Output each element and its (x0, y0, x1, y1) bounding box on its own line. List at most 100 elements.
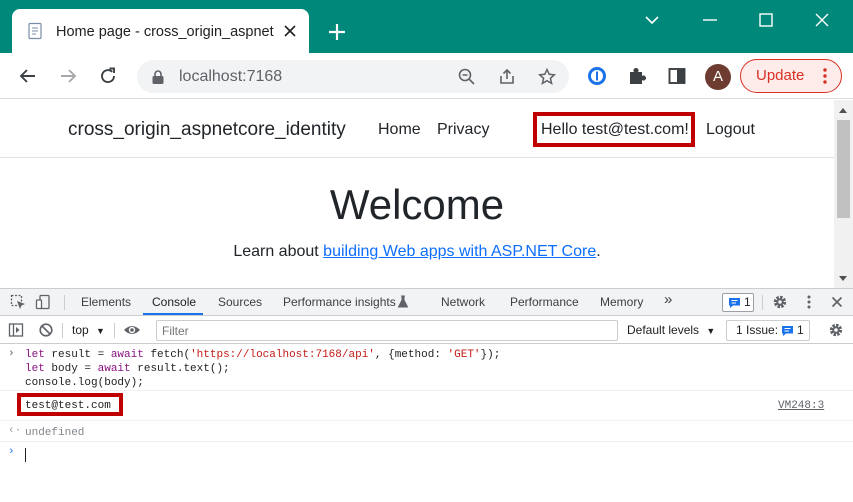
return-arrow-icon: ‹· (8, 425, 22, 437)
sidebar-toggle-icon[interactable] (8, 322, 24, 338)
settings-gear-icon[interactable] (772, 294, 788, 310)
code-text: , {method: (374, 349, 448, 361)
live-expression-eye-icon[interactable] (123, 322, 141, 338)
console-output[interactable]: › let result = await fetch('https://loca… (0, 345, 853, 502)
tab-network[interactable]: Network (441, 295, 485, 310)
code-text: result = (44, 349, 111, 361)
issues-button[interactable]: 1 Issue: 1 (726, 320, 810, 341)
devtools-tab-bar: Elements Console Sources Performance ins… (0, 289, 853, 316)
tab-search-chevron-icon[interactable] (640, 8, 664, 32)
scroll-down-arrow-icon[interactable] (839, 276, 847, 281)
inspect-element-icon[interactable] (10, 294, 26, 310)
text-cursor (25, 448, 26, 462)
menu-dots-icon (823, 68, 827, 84)
site-navbar: cross_origin_aspnetcore_identity Home Pr… (0, 100, 834, 158)
browser-tab-bar: Home page - cross_origin_aspnetcore_iden… (0, 0, 853, 53)
code-keyword: let (25, 363, 45, 375)
console-settings-gear-icon[interactable] (828, 322, 844, 338)
code-text: fetch( (143, 349, 191, 361)
tab-performance[interactable]: Performance (510, 295, 579, 310)
minimize-icon[interactable] (698, 8, 722, 32)
browser-tab[interactable]: Home page - cross_origin_aspnetcore_iden… (12, 9, 309, 53)
console-return-entry: ‹· undefined (0, 421, 853, 442)
nav-privacy-link[interactable]: Privacy (437, 120, 489, 140)
close-devtools-icon[interactable] (829, 294, 845, 310)
code-line-2: let body = await result.text(); (25, 362, 230, 376)
extensions-puzzle-icon[interactable] (626, 65, 648, 87)
scroll-thumb[interactable] (837, 120, 850, 218)
console-prompt[interactable]: › (0, 442, 853, 466)
aspnet-docs-link[interactable]: building Web apps with ASP.NET Core (323, 243, 596, 260)
update-button[interactable]: Update (740, 59, 842, 93)
devtools-panel: Elements Console Sources Performance ins… (0, 288, 853, 502)
scroll-up-arrow-icon[interactable] (839, 108, 847, 113)
clear-console-icon[interactable] (38, 322, 54, 338)
more-options-icon[interactable] (801, 294, 817, 310)
issues-count: 1 (797, 323, 804, 337)
tab-separator (762, 295, 763, 310)
log-output-text: test@test.com (25, 400, 111, 412)
prompt-chevron-icon: › (8, 446, 15, 458)
reload-icon[interactable] (97, 65, 119, 87)
zoom-icon[interactable] (457, 67, 477, 87)
password-manager-icon[interactable] (586, 65, 608, 87)
bookmark-star-icon[interactable] (537, 67, 557, 87)
context-selector[interactable]: top ▼ (72, 323, 105, 339)
log-levels-dropdown[interactable]: Default levels ▼ (627, 323, 715, 339)
experiment-flask-icon (397, 295, 409, 308)
side-panel-icon[interactable] (666, 65, 688, 87)
tab-separator (64, 295, 65, 310)
code-keyword: let (25, 349, 45, 361)
tab-console[interactable]: Console (152, 295, 196, 310)
maximize-icon[interactable] (754, 8, 778, 32)
log-source-link[interactable]: VM248:3 (778, 399, 824, 413)
code-line-3: console.log(body); (25, 377, 144, 389)
code-text: result.text(); (130, 363, 230, 375)
console-filter-input[interactable] (156, 320, 618, 341)
new-tab-icon[interactable] (327, 22, 347, 42)
share-icon[interactable] (497, 67, 517, 87)
message-icon (729, 298, 740, 308)
code-text: body = (44, 363, 98, 375)
tab-sources[interactable]: Sources (218, 295, 262, 310)
code-text: }); (480, 349, 501, 361)
device-toolbar-icon[interactable] (35, 294, 51, 310)
dropdown-arrow-icon: ▼ (706, 326, 716, 336)
close-tab-icon[interactable] (282, 23, 298, 39)
message-count: 1 (744, 295, 751, 309)
profile-avatar[interactable]: A (705, 64, 731, 90)
site-brand-link[interactable]: cross_origin_aspnetcore_identity (68, 119, 346, 141)
toolbar-separator (62, 323, 63, 338)
code-keyword: await (110, 349, 144, 361)
tab-memory[interactable]: Memory (600, 295, 643, 310)
back-arrow-icon[interactable] (17, 65, 39, 87)
welcome-heading: Welcome (329, 181, 505, 228)
tab-elements[interactable]: Elements (81, 295, 131, 310)
nav-home-link[interactable]: Home (378, 120, 421, 140)
url-text[interactable]: localhost:7168 (179, 67, 282, 87)
page-scrollbar[interactable] (834, 100, 853, 288)
console-filter-bar: top ▼ Default levels ▼ 1 Issue: 1 (0, 317, 853, 344)
toolbar-separator (114, 323, 115, 338)
address-bar[interactable]: localhost:7168 (137, 60, 569, 93)
code-keyword: await (97, 363, 131, 375)
close-window-icon[interactable] (810, 8, 834, 32)
learn-paragraph: Learn about building Web apps with ASP.N… (0, 242, 834, 262)
code-string: 'https://localhost:7168/api' (190, 349, 375, 361)
issues-label: 1 Issue: (736, 323, 779, 337)
forward-arrow-icon[interactable] (57, 65, 79, 87)
page-icon (28, 22, 42, 40)
tab-performance-insights[interactable]: Performance insights (283, 295, 396, 310)
log-levels-label: Default levels (627, 323, 700, 337)
lock-icon[interactable] (151, 69, 165, 85)
update-label: Update (756, 67, 805, 84)
learn-prefix: Learn about (233, 243, 324, 260)
active-tab-indicator (143, 313, 203, 315)
hello-user-link[interactable]: Hello test@test.com! (541, 120, 689, 140)
nav-logout-button[interactable]: Logout (706, 120, 755, 140)
code-string: 'GET' (447, 349, 481, 361)
console-messages-badge[interactable]: 1 (722, 293, 754, 312)
return-value-text: undefined (25, 427, 85, 439)
more-tabs-chevron-icon[interactable]: » (664, 292, 672, 307)
issue-message-icon (782, 326, 793, 336)
